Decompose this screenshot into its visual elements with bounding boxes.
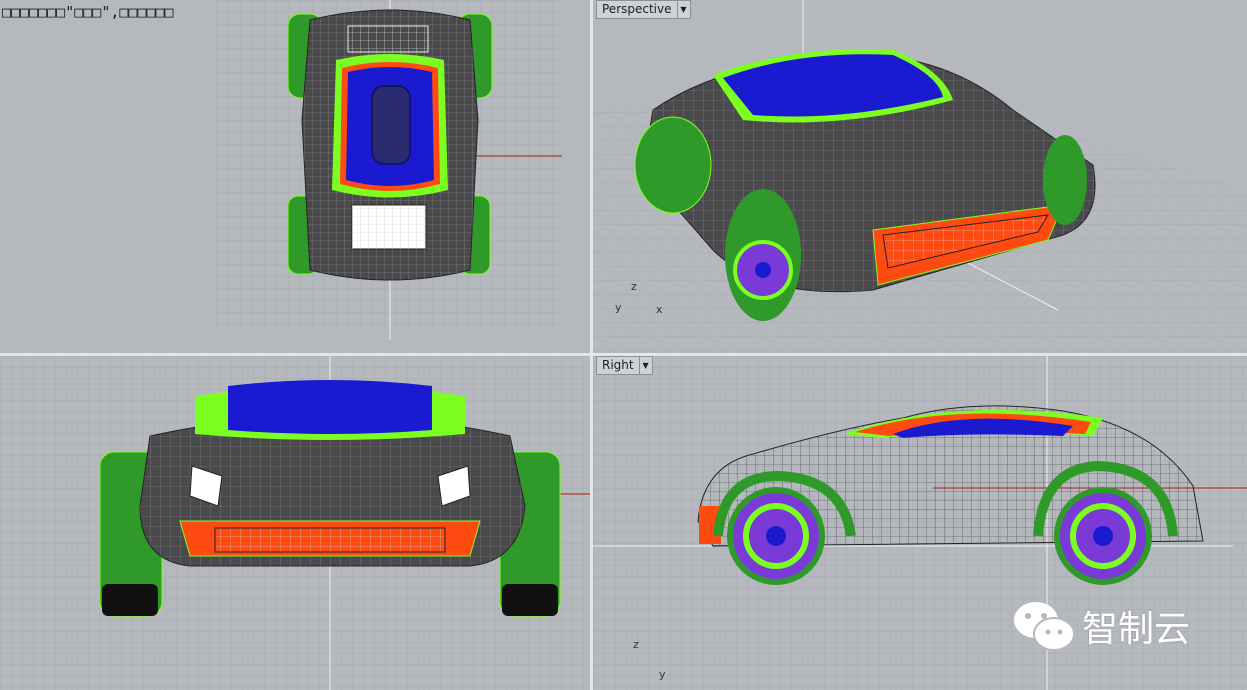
chevron-down-icon[interactable]: ▼ xyxy=(638,357,652,374)
top-view-canvas xyxy=(216,0,562,340)
canopy-glass-front xyxy=(228,380,432,434)
viewport-splitter-vertical[interactable] xyxy=(590,0,593,690)
viewport-splitter-horizontal[interactable] xyxy=(0,353,1247,356)
axis-x-label: x xyxy=(656,303,663,316)
perspective-canvas xyxy=(593,0,1247,353)
axis-z-label: z xyxy=(631,280,637,293)
front-grille xyxy=(347,25,429,53)
viewport-label-right[interactable]: Right ▼ xyxy=(596,356,653,375)
chevron-down-icon[interactable]: ▼ xyxy=(676,1,690,18)
watermark: 智制云 xyxy=(1012,598,1190,654)
axis-z-label-right: z xyxy=(633,638,639,651)
viewport-label-text: Perspective xyxy=(602,2,672,16)
axis-y-label-right: y xyxy=(659,668,666,681)
wechat-icon xyxy=(1014,602,1075,651)
caption-text: □□□□□□□"□□□",□□□□□□ xyxy=(2,3,174,21)
tire-left xyxy=(102,584,158,616)
wheel-front-right-persp xyxy=(1043,135,1087,225)
viewport-top[interactable]: □□□□□□□"□□□",□□□□□□ xyxy=(0,0,590,353)
viewport-label-perspective[interactable]: Perspective ▼ xyxy=(596,0,691,19)
viewport-label-text: Right xyxy=(602,358,634,372)
axis-y-label: y xyxy=(615,301,622,314)
wheel-rear-persp xyxy=(634,116,712,214)
viewport-front[interactable] xyxy=(0,356,590,690)
watermark-text: 智制云 xyxy=(1082,609,1191,650)
tire-right xyxy=(502,584,558,616)
viewport-perspective[interactable]: Perspective ▼ z y x xyxy=(593,0,1247,353)
roof-panel xyxy=(371,85,411,165)
front-view-canvas xyxy=(0,356,590,690)
